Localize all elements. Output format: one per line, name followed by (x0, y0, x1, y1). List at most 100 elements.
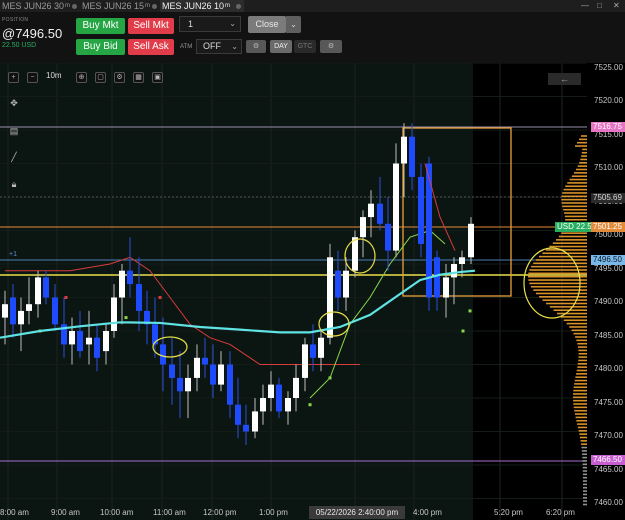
position-pnl: 22.50 USD (2, 42, 37, 49)
profile-bar (581, 446, 587, 449)
profile-bar (538, 255, 587, 258)
tif-gtc-button[interactable]: GTC (294, 40, 316, 53)
candle-body (285, 398, 291, 412)
profile-bar (582, 148, 587, 151)
candle-body (35, 277, 41, 305)
profile-bar (582, 463, 587, 466)
profile-bar (573, 332, 587, 335)
profile-bar (582, 456, 587, 459)
time-label: 8:00 am (0, 508, 29, 517)
candle-body (302, 344, 308, 378)
signal-dot (328, 376, 332, 380)
profile-bar (542, 299, 587, 301)
price-label: 7525.00 (594, 63, 623, 72)
profile-bar (573, 403, 587, 405)
profile-bar (557, 312, 587, 315)
layout-icon[interactable]: ▦ (133, 72, 144, 83)
profile-bar (539, 296, 587, 298)
close-options-chevron-icon[interactable]: ⌄ (286, 16, 301, 33)
sell-ask-button[interactable]: Sell Ask (128, 39, 174, 55)
chevron-down-icon: ⌄ (231, 42, 238, 51)
settings-icon[interactable]: ⚙ (114, 72, 125, 83)
candle-body (385, 223, 391, 251)
position-price: @7496.50 (2, 26, 63, 41)
candle-body (160, 344, 166, 365)
profile-bar (579, 162, 587, 164)
draw-line-tool-icon[interactable]: ╱ (8, 151, 20, 163)
buy-market-button[interactable]: Buy Mkt (76, 18, 125, 34)
tab-close-icon[interactable] (152, 4, 157, 9)
candle-body (210, 364, 216, 385)
profile-bar (582, 473, 587, 476)
price-chart[interactable] (0, 63, 625, 520)
time-label: 6:20 pm (546, 508, 575, 517)
close-window-icon[interactable]: ✕ (613, 1, 620, 11)
candle-body (202, 357, 208, 365)
profile-bar (582, 483, 587, 486)
price-label: 7495.00 (594, 264, 623, 273)
candle-body (401, 136, 407, 164)
tab-close-icon[interactable] (72, 4, 77, 9)
profile-bar (546, 302, 587, 305)
atm-select[interactable]: OFF ⌄ (196, 39, 242, 54)
crosshair-icon[interactable]: ⊕ (76, 72, 87, 83)
tab-mes-10m[interactable]: MES JUN26 10m (160, 0, 244, 12)
profile-bar (574, 409, 587, 412)
profile-bar (572, 396, 587, 399)
minimize-icon[interactable]: — (581, 1, 589, 11)
fit-icon[interactable]: ▢ (95, 72, 106, 83)
atm-label: ATM (180, 44, 193, 50)
buy-bid-button[interactable]: Buy Bid (76, 39, 125, 55)
pointer-tool-icon[interactable]: ✥ (8, 97, 20, 109)
zoom-out-icon[interactable]: − (27, 72, 38, 83)
snapshot-icon[interactable]: ▣ (152, 72, 163, 83)
tab-mes-30m[interactable]: MES JUN26 30m (0, 0, 80, 12)
sell-market-button[interactable]: Sell Mkt (128, 18, 174, 34)
price-label: 7510.00 (594, 163, 623, 172)
profile-bar (579, 436, 587, 439)
scroll-back-arrow-icon[interactable]: ← (548, 73, 581, 85)
quantity-select[interactable]: 1 ⌄ (179, 16, 241, 32)
candle-body (194, 357, 200, 378)
tif-day-button[interactable]: DAY (270, 40, 292, 53)
close-position-button[interactable]: Close (248, 16, 286, 33)
profile-bar (582, 490, 587, 492)
profile-bar (562, 205, 587, 208)
position-label: POSITION (2, 17, 29, 23)
candle-body (409, 136, 415, 177)
profile-bar (531, 285, 587, 288)
price-tag: 7496.50 (591, 255, 625, 265)
candle-body (227, 364, 233, 405)
candle-body (52, 297, 58, 325)
profile-bar (528, 279, 587, 281)
order-settings-gear-icon[interactable]: ⚙ (320, 40, 342, 53)
profile-bar (579, 138, 587, 141)
candle-body (252, 411, 258, 432)
zoom-in-icon[interactable]: + (8, 72, 19, 83)
candle-body (459, 257, 465, 264)
tab-close-icon[interactable] (236, 4, 241, 9)
profile-bar (576, 419, 587, 422)
candle-body (127, 270, 133, 285)
tab-mes-15m[interactable]: MES JUN26 15m (80, 0, 160, 12)
candle-body (360, 217, 366, 238)
candle-body (443, 277, 449, 298)
price-tag: 7466.50 (591, 455, 625, 465)
profile-bar (578, 349, 587, 352)
candle-body (451, 264, 457, 278)
atm-settings-gear-icon[interactable]: ⚙ (246, 40, 266, 53)
time-label: 11:00 am (153, 508, 186, 517)
lock-tool-icon[interactable]: 🔒︎ (8, 178, 20, 190)
profile-bar (565, 218, 587, 221)
notes-tool-icon[interactable]: ▤ (8, 125, 20, 137)
profile-bar (578, 430, 587, 432)
profile-bar (582, 480, 587, 482)
price-label: 7470.00 (594, 431, 623, 440)
profile-bar (578, 356, 587, 358)
profile-bar (565, 185, 587, 188)
order-bar: POSITION @7496.50 22.50 USD Buy Mkt Sell… (0, 12, 625, 63)
timeframe-label[interactable]: 10m (46, 71, 62, 80)
profile-bar (574, 413, 587, 415)
maximize-icon[interactable]: □ (597, 1, 602, 11)
profile-bar (566, 322, 587, 325)
